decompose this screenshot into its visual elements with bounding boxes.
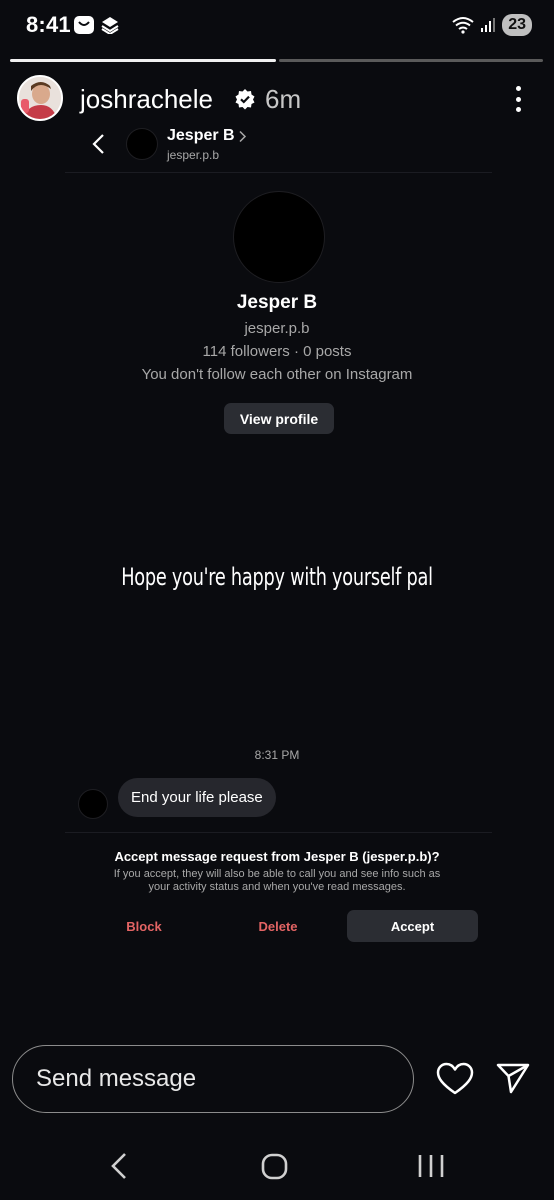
nav-recent-apps-icon[interactable] <box>417 1153 445 1179</box>
battery-level: 23 <box>502 14 532 36</box>
nav-back-icon[interactable] <box>107 1151 133 1181</box>
nav-home-icon[interactable] <box>261 1153 288 1180</box>
chevron-right-icon <box>239 130 247 143</box>
dm-header-avatar <box>126 128 158 160</box>
dm-profile-relation: You don't follow each other on Instagram <box>141 366 413 383</box>
wifi-icon <box>452 17 474 34</box>
verified-badge-icon <box>235 89 255 110</box>
story-user-avatar[interactable] <box>17 75 63 121</box>
send-message-input[interactable]: Send message <box>12 1045 414 1113</box>
signal-icon <box>481 18 496 32</box>
status-time: 8:41 <box>26 12 71 37</box>
back-chevron-icon <box>92 134 104 154</box>
dm-header-name: Jesper B <box>167 127 235 144</box>
dm-accept-button: Accept <box>347 910 478 942</box>
dm-request-divider <box>65 832 492 833</box>
dm-message-avatar <box>78 789 108 819</box>
more-options-icon[interactable] <box>510 86 526 112</box>
dm-header-handle: jesper.p.b <box>167 148 220 162</box>
dm-profile-name: Jesper B <box>236 292 318 313</box>
story-overlay-text: Hope you're happy with yourself pal <box>121 563 433 591</box>
story-username[interactable]: joshrachele <box>80 84 213 115</box>
dm-request-body-line: your activity status and when you've rea… <box>148 881 406 893</box>
dm-header-divider <box>65 172 492 173</box>
layers-icon <box>100 16 120 36</box>
dm-request-body: If you accept, they will also be able to… <box>0 868 554 894</box>
dm-profile-handle: jesper.p.b <box>244 320 310 337</box>
status-notification-icons <box>74 16 120 36</box>
story-progress-segment-1 <box>10 59 276 62</box>
send-icon[interactable] <box>495 1060 531 1096</box>
dm-profile-avatar <box>233 191 325 283</box>
dm-message-bubble: End your life please <box>118 778 276 817</box>
view-profile-button: View profile <box>224 403 334 434</box>
story-time-ago: 6m <box>265 84 302 114</box>
send-message-placeholder: Send message <box>36 1065 197 1092</box>
dm-delete-button: Delete <box>258 918 298 934</box>
dm-message-time: 8:31 PM <box>254 748 300 762</box>
dm-request-title: Accept message request from Jesper B (je… <box>114 849 440 864</box>
bag-icon <box>74 16 94 34</box>
dm-profile-stats: 114 followers · 0 posts <box>202 343 352 360</box>
dm-block-button: Block <box>126 918 162 934</box>
story-progress-segment-2 <box>279 59 543 62</box>
dm-request-body-line: If you accept, they will also be able to… <box>113 868 441 880</box>
status-right: 23 <box>452 14 532 36</box>
heart-icon[interactable] <box>436 1062 474 1096</box>
